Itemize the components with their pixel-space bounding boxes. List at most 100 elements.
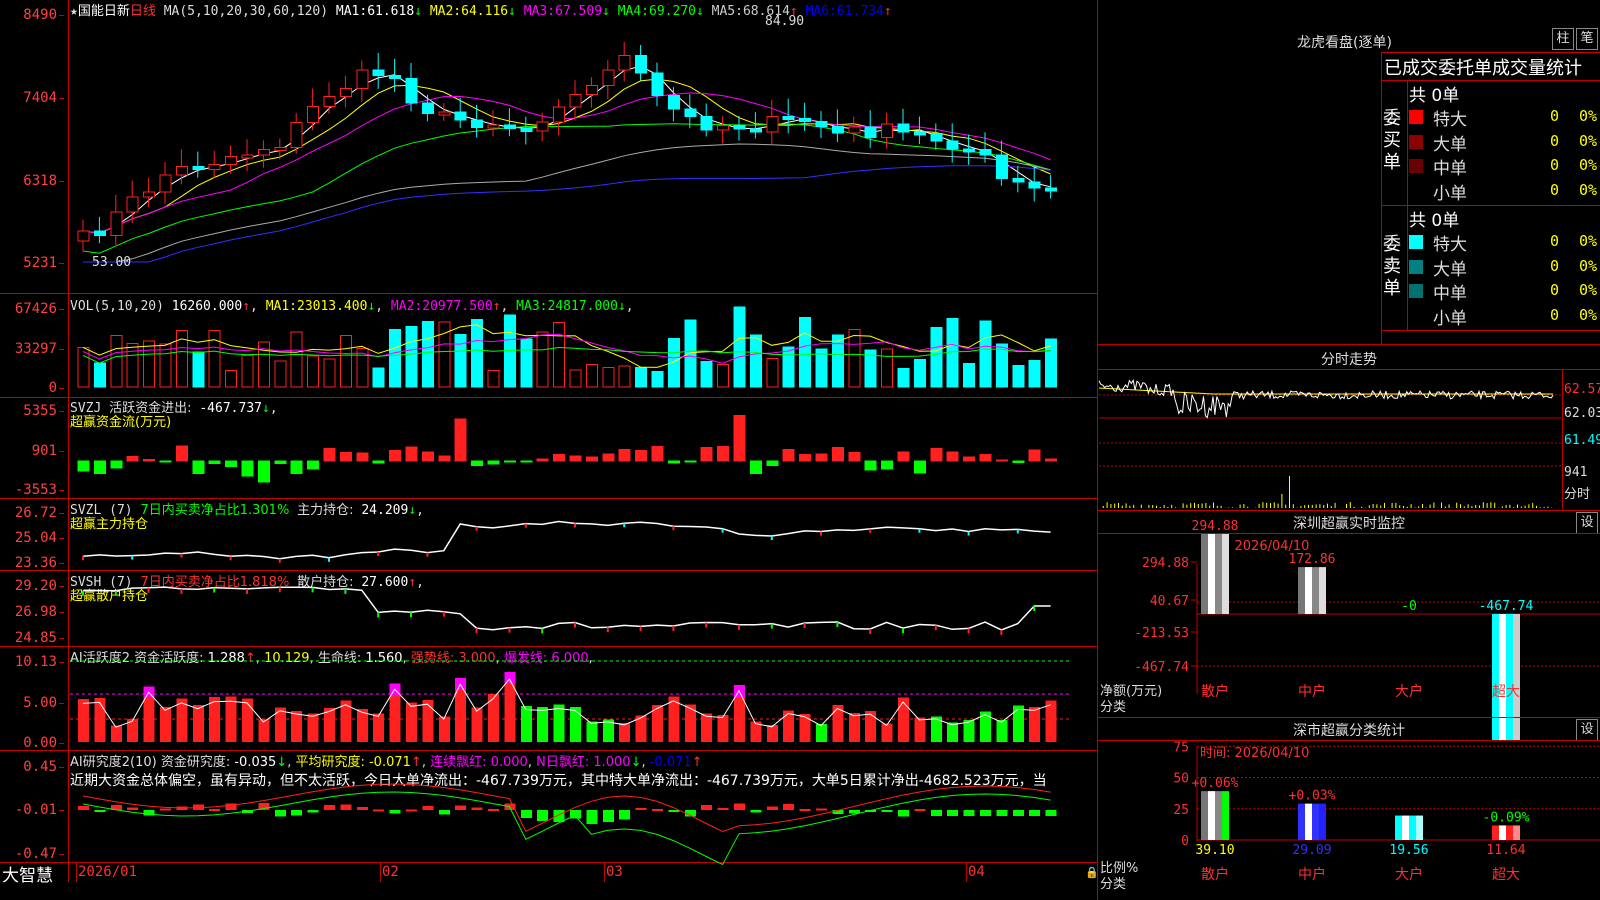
activity-bar <box>570 707 581 742</box>
tick-mark <box>820 531 822 536</box>
research-chart[interactable] <box>70 751 1096 866</box>
price-chart[interactable] <box>70 0 1096 293</box>
sz-classify-chart[interactable]: 75 50 25 0 +0.06% 39.10 散户 +0.03% 29.09 中户 19.56 大户… <box>1099 740 1600 900</box>
sz-monitor-settings-button[interactable]: 设 <box>1576 512 1598 534</box>
tick-mark <box>328 557 330 562</box>
volume-chart[interactable] <box>70 294 1096 397</box>
y-tick-label: 29.20 <box>0 578 64 594</box>
intraday-volume-bar <box>1118 503 1119 508</box>
candlestick <box>175 166 188 176</box>
intraday-volume-bar <box>1448 504 1450 508</box>
retail-position-chart[interactable] <box>70 571 1096 646</box>
intraday-title: 分时走势 <box>1321 352 1377 368</box>
indicator-bar <box>930 448 943 462</box>
indicator-bar <box>1028 359 1041 388</box>
activity-bar <box>717 714 729 742</box>
indicator-bar <box>405 446 418 462</box>
research-bar <box>586 810 598 824</box>
indicator-bar <box>963 363 976 388</box>
tick-mark <box>639 626 642 632</box>
tick-mark <box>278 587 281 593</box>
indicator-bar <box>766 460 779 467</box>
intraday-y-tick: 941 <box>1564 465 1588 480</box>
candlestick <box>569 94 582 108</box>
sz-classify-settings-button[interactable]: 设 <box>1576 719 1598 741</box>
activity-bar <box>209 697 221 742</box>
brand-logo[interactable]: 大智慧 <box>2 861 53 886</box>
research-bar <box>537 810 549 822</box>
indicator-bar <box>766 358 779 388</box>
order-percent: 0% <box>1579 232 1598 250</box>
intraday-y-tick: 61.49 <box>1564 433 1600 448</box>
intraday-volume-bar <box>1372 503 1374 508</box>
tick-mark <box>918 528 921 533</box>
indicator-line <box>82 791 1051 866</box>
intraday-volume-bar <box>1520 506 1522 508</box>
fund-flow-chart[interactable] <box>70 398 1096 498</box>
activity-bar <box>176 698 188 742</box>
order-row: 特大 0 0% <box>1409 104 1600 130</box>
indicator-bar <box>471 318 484 388</box>
order-size-label: 大单 <box>1433 259 1467 280</box>
indicator-bar <box>684 319 697 388</box>
activity-bar <box>799 713 811 742</box>
indicator-bar <box>1045 458 1058 462</box>
intraday-y-tick: 62.03 <box>1564 406 1600 421</box>
indicator-bar <box>192 460 205 475</box>
sz-monitor-chart[interactable]: 294.88 40.67 -213.53 -467.74 294.88 散户 172.86 中… <box>1099 519 1600 741</box>
indicator-bar <box>1012 364 1025 388</box>
pen-mode-button[interactable]: 笔 <box>1576 28 1598 50</box>
category-label: 大户 <box>1395 683 1423 700</box>
intraday-volume-bar <box>1285 504 1287 508</box>
sell-total: 共 0单 <box>1409 211 1460 231</box>
indicator-bar <box>520 460 533 463</box>
intraday-volume-bar <box>1247 506 1249 508</box>
lock-icon[interactable]: 🔒 <box>1085 866 1099 879</box>
intraday-volume-bar <box>1395 502 1397 508</box>
research-bar <box>209 808 221 811</box>
intraday-volume-bar <box>1156 505 1157 508</box>
candlestick <box>585 84 598 96</box>
order-color-swatch <box>1409 259 1423 274</box>
bar-mode-button[interactable]: 柱 <box>1552 28 1574 50</box>
activity-bar <box>865 710 877 742</box>
tick-mark <box>738 624 740 630</box>
category-label: 超大 <box>1492 684 1520 700</box>
main-position-chart[interactable] <box>70 499 1096 570</box>
tick-mark <box>344 588 347 594</box>
indicator-line <box>82 586 1051 631</box>
tick-mark <box>82 556 84 561</box>
intraday-volume-bar <box>1140 504 1142 508</box>
tick-mark <box>934 625 937 631</box>
indicator-bar <box>454 418 467 462</box>
intraday-volume-bar <box>1501 506 1503 508</box>
tick-mark <box>377 612 380 618</box>
intraday-chart[interactable] <box>1098 370 1561 509</box>
indicator-bar <box>93 362 106 388</box>
tick-mark <box>836 622 839 628</box>
intraday-volume-bar <box>1334 502 1336 508</box>
order-size-label: 小单 <box>1433 183 1467 204</box>
activity-bar <box>816 723 827 742</box>
candlestick <box>733 124 746 130</box>
intraday-volume-bar <box>1201 503 1203 508</box>
intraday-volume-bar <box>1175 507 1176 508</box>
y-tick-label: 0 <box>0 380 64 396</box>
indicator-bar <box>799 454 812 462</box>
candlestick <box>913 131 926 136</box>
tick-mark <box>869 628 872 634</box>
candlestick <box>766 116 779 133</box>
candlestick <box>749 128 762 133</box>
y-tick-label: 33297 <box>0 341 64 357</box>
intraday-volume-bar <box>1429 504 1431 508</box>
ma-line <box>83 165 1051 263</box>
intraday-volume-bar <box>1289 476 1290 508</box>
activity-chart[interactable] <box>70 647 1096 750</box>
dragon-title: 龙虎看盘(逐单) <box>1297 35 1392 51</box>
net-amount-bar <box>1298 567 1326 614</box>
order-percent: 0% <box>1579 281 1598 299</box>
tick-mark <box>311 587 314 593</box>
tick-mark <box>803 623 806 629</box>
y-tick-label: -467.74 <box>1134 660 1189 675</box>
order-count: 0 <box>1549 305 1559 324</box>
